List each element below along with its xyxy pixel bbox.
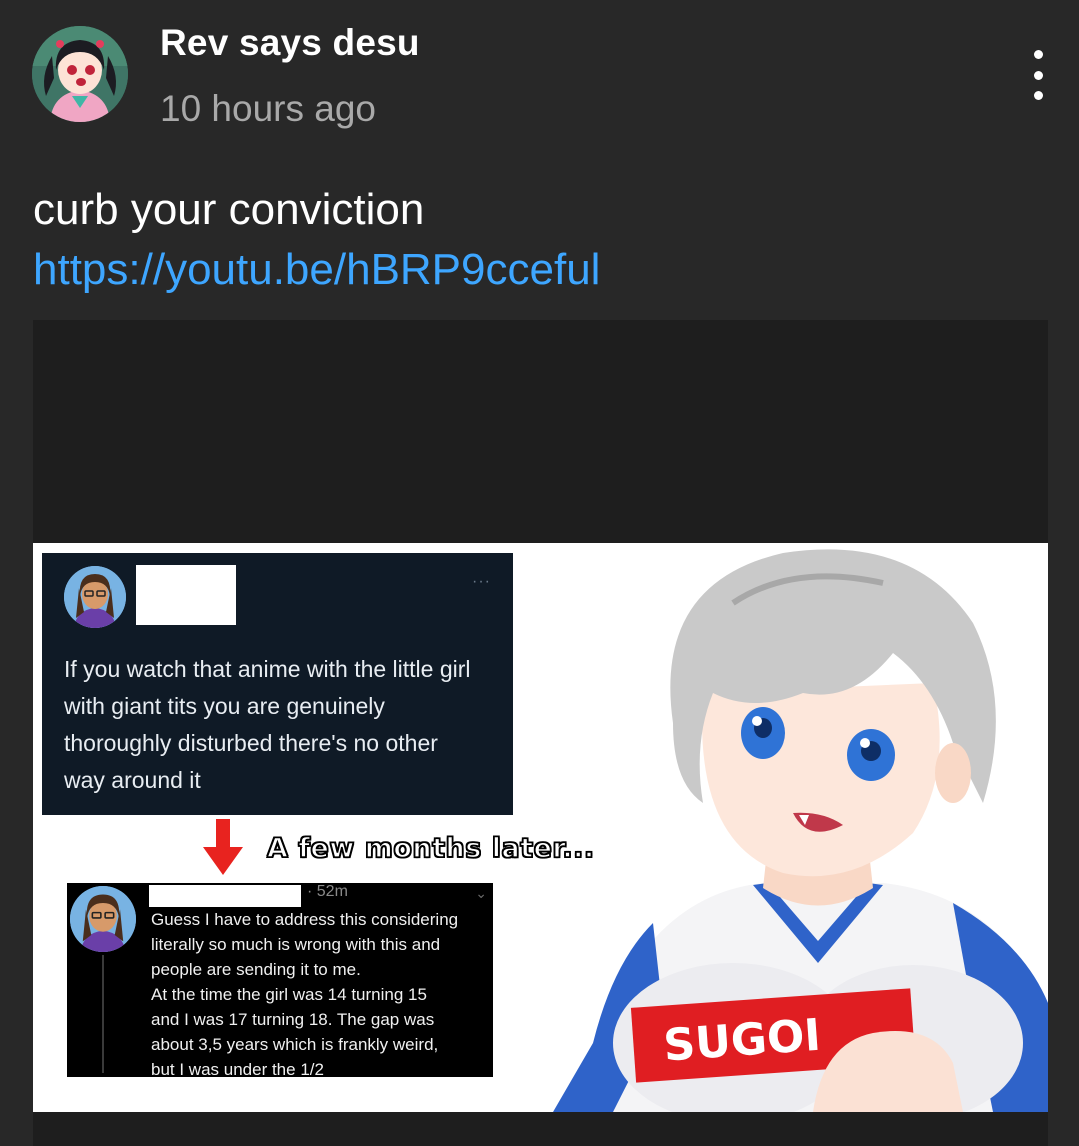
post-text: curb your conviction: [33, 185, 425, 234]
tweet-more-icon: ···: [472, 573, 491, 590]
menu-dot: [1033, 50, 1043, 59]
avatar-image: [32, 26, 128, 122]
tweet-line: people are sending it to me.: [151, 960, 361, 979]
tweet-screenshot-2: · 52m ⌄ Guess I have to address this con…: [67, 883, 493, 1079]
tweet-line: At the time the girl was 14 turning 15: [151, 985, 427, 1004]
menu-dot: [1033, 91, 1043, 100]
tweet-screenshot-1: ··· If you watch that anime with the lit…: [42, 553, 513, 815]
tweet-avatar: [70, 886, 136, 952]
chevron-down-icon: ⌄: [475, 885, 487, 901]
tweet-avatar: [64, 566, 126, 628]
tweet-line: but I was under the 1/2: [151, 1060, 324, 1079]
meme-image: ··· If you watch that anime with the lit…: [33, 543, 1048, 1112]
tweet-text: Guess I have to address this considering…: [151, 907, 491, 1082]
thread-line: [102, 955, 104, 1073]
tweet-line: about 3,5 years which is frankly weird,: [151, 1035, 439, 1054]
down-arrow-icon: [203, 819, 243, 875]
post-image[interactable]: ··· If you watch that anime with the lit…: [33, 320, 1048, 1146]
tweet-time: · 52m: [307, 883, 348, 900]
menu-dot: [1033, 70, 1043, 80]
tweet-line: and I was 17 turning 18. The gap was: [151, 1010, 435, 1029]
author-avatar[interactable]: [32, 26, 128, 122]
tweet-line: literally so much is wrong with this and: [151, 935, 441, 954]
author-name[interactable]: Rev says desu: [160, 22, 420, 64]
redacted-username: [136, 565, 236, 625]
post-timestamp: 10 hours ago: [160, 88, 377, 129]
anime-character-illustration: SUGOI: [553, 549, 1048, 1112]
post-link[interactable]: https://youtu.be/hBRP9cceful: [33, 240, 600, 300]
meme-caption: A few months later...: [266, 832, 595, 865]
redacted-username: [149, 885, 301, 907]
tweet-text: If you watch that anime with the little …: [64, 656, 471, 793]
more-vert-icon[interactable]: [1020, 50, 1056, 100]
tweet-line: Guess I have to address this considering: [151, 910, 459, 929]
